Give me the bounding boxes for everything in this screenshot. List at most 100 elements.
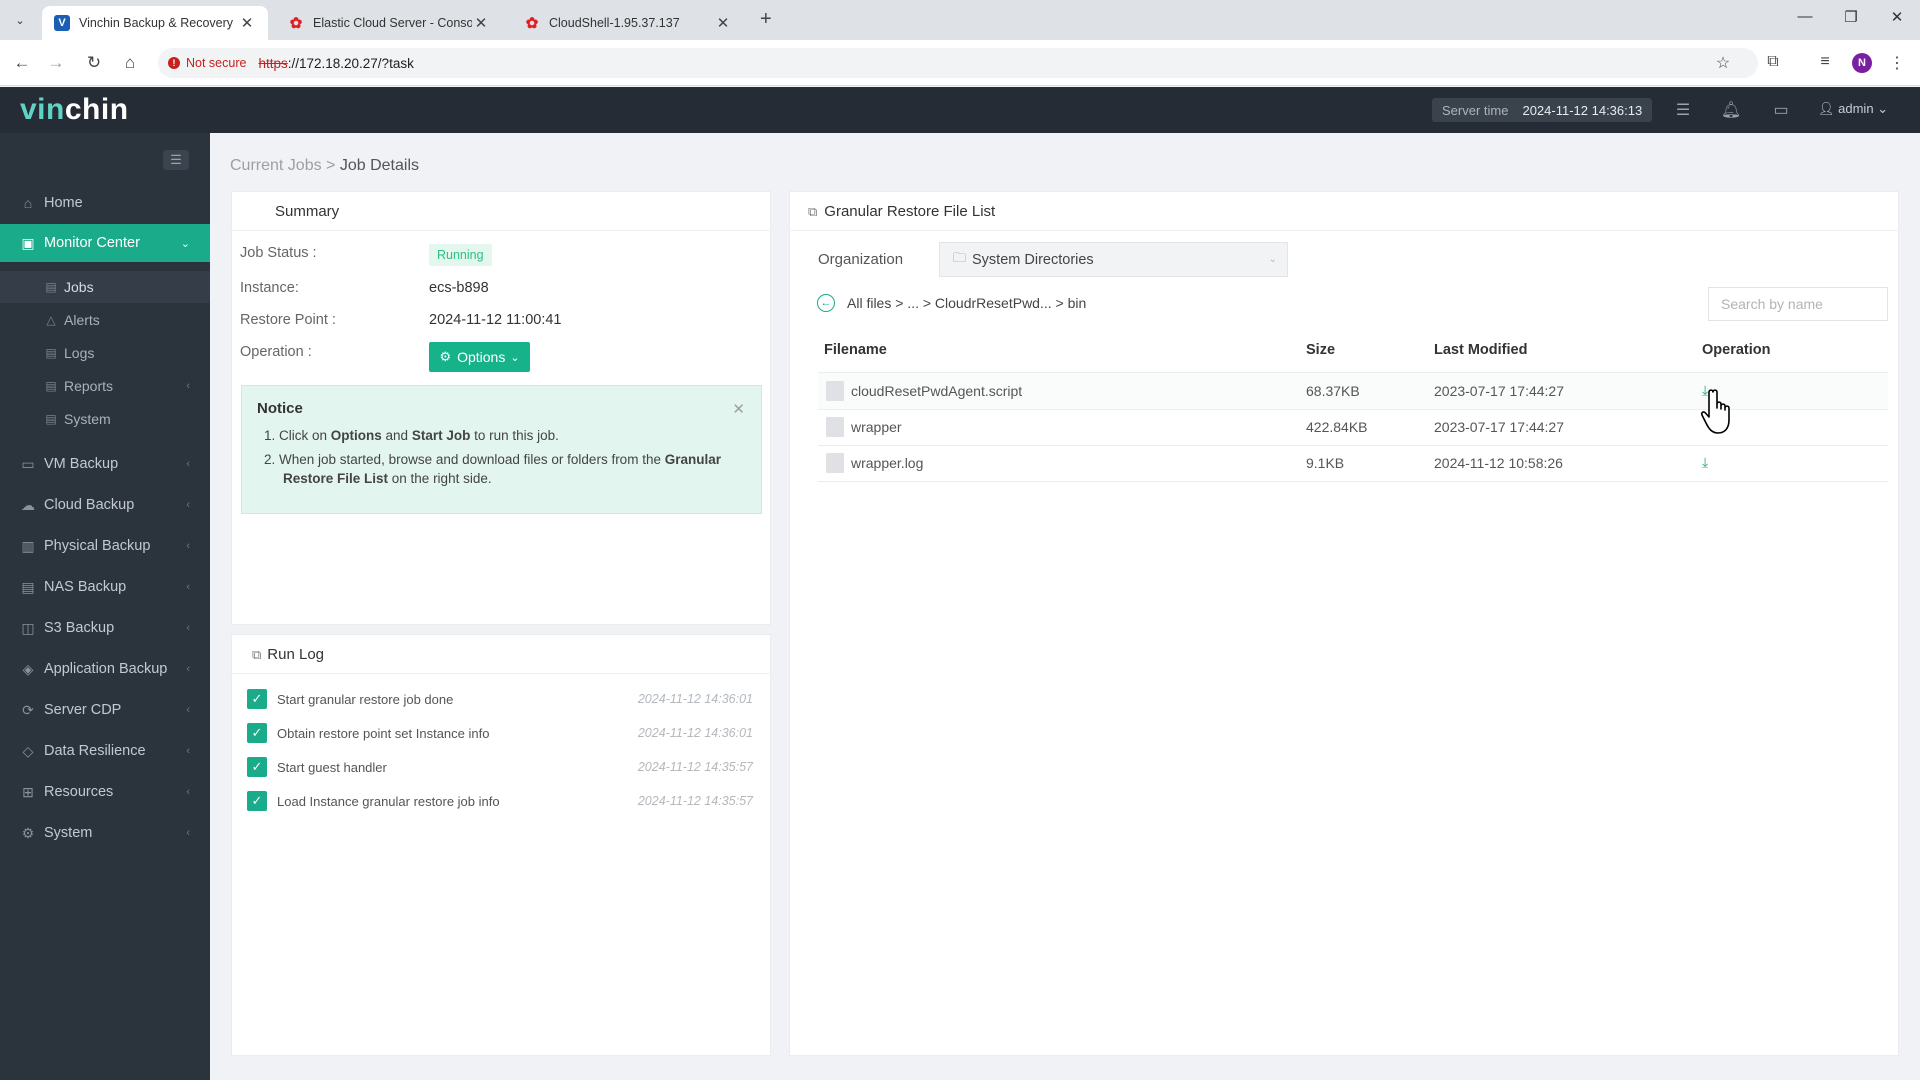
notice-step-1: 1. Click on Options and Start Job to run… — [264, 428, 559, 443]
sidebar-item-system[interactable]: ⚙ System ‹ — [0, 814, 210, 852]
chevron-left-icon: ‹ — [186, 827, 190, 839]
vinchin-favicon-icon: V — [54, 15, 70, 31]
close-tab-icon[interactable]: ✕ — [472, 14, 490, 32]
notice-step-2: 2. When job started, browse and download… — [264, 452, 721, 486]
log-entry: ✓ Start granular restore job done 2024-11-… — [247, 688, 753, 710]
divider — [818, 481, 1888, 482]
new-tab-icon[interactable]: + — [760, 8, 772, 31]
sidebar-item-vm-backup[interactable]: ▭ VM Backup ‹ — [0, 445, 210, 483]
minimize-icon[interactable]: — — [1790, 8, 1820, 25]
sidebar-sub-alerts[interactable]: △ Alerts — [0, 304, 210, 336]
chevron-left-icon: ‹ — [186, 458, 190, 470]
log-entry: ✓ Load Instance granular restore job info… — [247, 790, 753, 812]
options-button[interactable]: ⚙ Options ⌄ — [429, 342, 530, 372]
check-icon: ✓ — [247, 791, 267, 811]
path-breadcrumb: ← All files > ... > CloudrResetPwd... > … — [817, 294, 1086, 312]
profile-avatar[interactable]: N — [1852, 53, 1872, 73]
chevron-down-icon: ⌄ — [1877, 101, 1889, 116]
sidebar-item-monitor-center[interactable]: ▣ Monitor Center ⌄ — [0, 224, 210, 262]
bell-icon[interactable]: 🔔︎ — [1720, 100, 1742, 120]
sidebar-item-data-resilience[interactable]: ◇ Data Resilience ‹ — [0, 732, 210, 770]
not-secure-badge[interactable]: ! Not secure — [168, 56, 246, 70]
huawei-favicon-icon: ✿ — [525, 15, 539, 32]
monitor-icon[interactable]: ▭ — [1770, 100, 1792, 120]
media-control-icon[interactable]: ≡ — [1814, 53, 1836, 71]
breadcrumb-job-details: Job Details — [339, 157, 419, 174]
download-icon[interactable]: ⤓ — [1702, 454, 1708, 471]
breadcrumb-current-jobs[interactable]: Current Jobs — [230, 157, 322, 174]
browser-tab-ecs-console[interactable]: ✿ Elastic Cloud Server - Console ✕ — [276, 6, 502, 40]
close-icon[interactable]: ✕ — [732, 400, 745, 418]
restore-window-icon[interactable]: ❐ — [1836, 8, 1866, 26]
sidebar-item-application-backup[interactable]: ◈ Application Backup ‹ — [0, 650, 210, 688]
sidebar-item-server-cdp[interactable]: ⟳ Server CDP ‹ — [0, 691, 210, 729]
close-tab-icon[interactable]: ✕ — [714, 14, 732, 32]
address-bar[interactable]: ! Not secure https://172.18.20.27/?task — [158, 48, 1758, 78]
status-badge: Running — [429, 244, 492, 266]
run-log-title: ⧉ Run Log — [252, 646, 325, 663]
bell-icon: △ — [46, 313, 56, 327]
divider — [231, 230, 771, 231]
list-icon: ▤ — [45, 280, 57, 294]
sidebar-item-physical-backup[interactable]: ▥ Physical Backup ‹ — [0, 527, 210, 565]
sidebar-item-s3-backup[interactable]: ◫ S3 Backup ‹ — [0, 609, 210, 647]
file-icon — [826, 417, 844, 437]
task-list-icon[interactable]: ☰ — [1672, 100, 1694, 120]
browser-tab-cloudshell[interactable]: ✿ CloudShell-1.95.37.137 ✕ — [512, 6, 744, 40]
hand-cursor-icon — [1700, 389, 1730, 434]
check-icon: ✓ — [247, 723, 267, 743]
column-header-filename: Filename — [824, 342, 887, 358]
bookmark-star-icon[interactable]: ☆ — [1712, 53, 1734, 73]
divider — [231, 673, 771, 674]
file-icon — [826, 453, 844, 473]
back-icon[interactable]: ← — [10, 51, 34, 75]
report-icon: ▤ — [45, 379, 57, 393]
close-window-icon[interactable]: ✕ — [1882, 8, 1912, 26]
url-text: https://172.18.20.27/?task — [258, 55, 414, 71]
browser-tab-vinchin[interactable]: V Vinchin Backup & Recovery ✕ — [42, 6, 268, 40]
reload-icon[interactable]: ↻ — [82, 51, 106, 75]
divider — [789, 230, 1899, 231]
chevron-down-icon: ⌄ — [180, 237, 190, 250]
breadcrumb: Current Jobs > Job Details — [230, 157, 419, 174]
sidebar-sub-logs[interactable]: ▤ Logs — [0, 337, 210, 369]
folder-icon: 🗀︎ — [953, 249, 967, 265]
home-icon: ⌂ — [23, 195, 33, 211]
cdp-icon: ⟳ — [22, 701, 34, 718]
organization-select[interactable]: 🗀︎ System Directories ⌄ — [939, 242, 1288, 277]
tab-title: Elastic Cloud Server - Console — [313, 16, 472, 30]
chevron-left-icon: ‹ — [186, 786, 190, 798]
warning-icon: ! — [168, 57, 180, 69]
close-tab-icon[interactable]: ✕ — [238, 14, 256, 32]
back-arrow-icon[interactable]: ← — [817, 294, 835, 312]
forward-icon[interactable]: → — [44, 51, 68, 75]
sidebar-sub-reports[interactable]: ▤ Reports ‹ — [0, 370, 210, 402]
sidebar-item-home[interactable]: ⌂ Home — [0, 184, 210, 222]
gear-icon: ⚙ — [439, 349, 452, 364]
huawei-favicon-icon: ✿ — [289, 15, 303, 32]
sidebar-item-cloud-backup[interactable]: ☁ Cloud Backup ‹ — [0, 486, 210, 524]
server-icon: ▥ — [21, 537, 35, 554]
extensions-icon[interactable]: ⧉ — [1762, 53, 1784, 71]
chevron-left-icon: ‹ — [186, 745, 190, 757]
restore-point-value: 2024-11-12 11:00:41 — [429, 312, 562, 328]
sidebar-item-nas-backup[interactable]: ▤ NAS Backup ‹ — [0, 568, 210, 606]
notice-title: Notice — [257, 400, 303, 417]
user-menu[interactable]: 👤︎ admin ⌄ — [1818, 101, 1888, 117]
more-menu-icon[interactable]: ⋮ — [1886, 53, 1908, 73]
tab-search-icon[interactable]: ⌄ — [8, 8, 32, 32]
job-status-label: Job Status : — [240, 245, 317, 261]
sidebar-item-resources[interactable]: ⊞ Resources ‹ — [0, 773, 210, 811]
system-icon: ▤ — [45, 412, 57, 426]
vm-icon: ▭ — [21, 455, 35, 472]
home-icon[interactable]: ⌂ — [118, 51, 142, 75]
restore-point-label: Restore Point : — [240, 312, 336, 328]
file-icon — [826, 381, 844, 401]
sidebar-toggle-icon[interactable]: ☰ — [163, 150, 189, 170]
check-icon: ✓ — [247, 689, 267, 709]
sidebar-sub-system[interactable]: ▤ System — [0, 403, 210, 435]
restore-icon: ⧉ — [808, 204, 818, 219]
search-input[interactable] — [1708, 287, 1888, 321]
chevron-left-icon: ‹ — [186, 704, 190, 716]
sidebar-sub-jobs[interactable]: ▤ Jobs — [0, 271, 210, 303]
